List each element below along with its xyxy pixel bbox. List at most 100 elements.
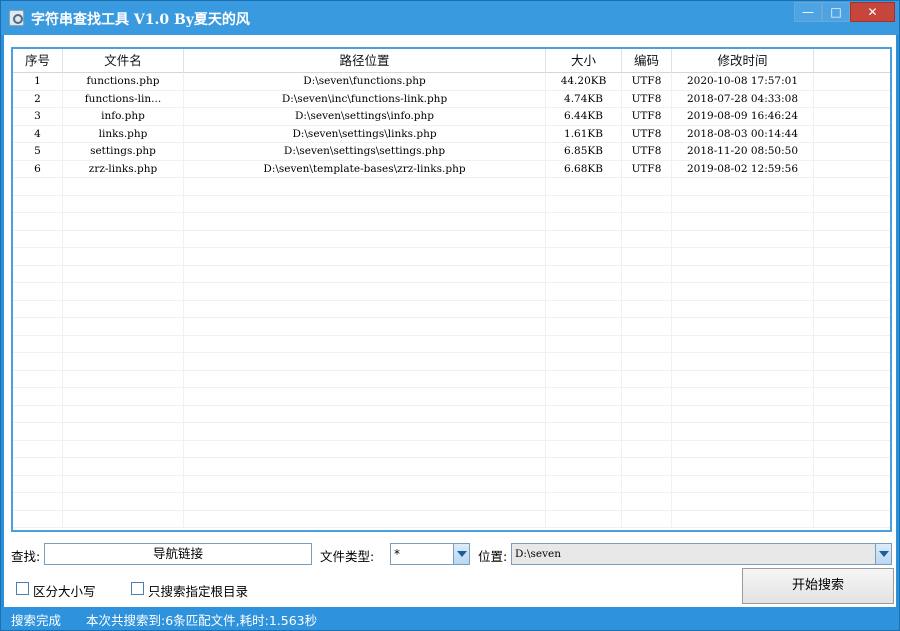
- empty-cell: [63, 230, 184, 248]
- table-row[interactable]: [13, 178, 890, 196]
- empty-cell: [546, 440, 622, 458]
- table-row[interactable]: [13, 458, 890, 476]
- empty-cell: [622, 230, 672, 248]
- row-index: 1: [13, 73, 63, 90]
- empty-cell: [13, 493, 63, 510]
- empty-cell: [672, 353, 814, 370]
- row-modified: 2018-08-03 00:14:44: [672, 125, 814, 143]
- row-index: 4: [13, 125, 63, 143]
- app-icon: [9, 10, 24, 26]
- empty-cell: [814, 371, 890, 388]
- empty-cell: [814, 178, 890, 195]
- empty-cell: [814, 248, 890, 265]
- empty-cell: [672, 510, 814, 528]
- table-row[interactable]: [13, 510, 890, 528]
- empty-cell: [622, 493, 672, 510]
- empty-cell: [63, 353, 184, 370]
- row-size: 1.61KB: [546, 125, 622, 143]
- row-size: 6.68KB: [546, 160, 622, 178]
- empty-cell: [63, 335, 184, 353]
- empty-cell: [13, 510, 63, 528]
- table-row[interactable]: [13, 318, 890, 336]
- table-row[interactable]: 1 functions.php D:\seven\functions.php 44.2…: [13, 73, 890, 91]
- empty-cell: [63, 458, 184, 475]
- table-row[interactable]: [13, 283, 890, 301]
- table-row[interactable]: 2 functions-lin... D:\seven\inc\functions-…: [13, 90, 890, 108]
- empty-cell: [13, 230, 63, 248]
- chevron-down-icon[interactable]: [453, 544, 469, 564]
- empty-cell: [814, 91, 890, 108]
- row-modified: 2020-10-08 17:57:01: [672, 73, 814, 90]
- empty-cell: [184, 178, 546, 195]
- table-row[interactable]: [13, 475, 890, 493]
- empty-cell: [546, 458, 622, 475]
- empty-cell: [814, 406, 890, 423]
- table-row[interactable]: [13, 213, 890, 231]
- table-row[interactable]: [13, 370, 890, 388]
- column-header-filename[interactable]: 文件名: [63, 49, 184, 73]
- chevron-down-icon[interactable]: [875, 544, 891, 564]
- empty-cell: [814, 126, 890, 143]
- results-list[interactable]: 序号 文件名 路径位置 大小 编码 修改时间 1 functions.php D:\…: [11, 47, 892, 532]
- table-row[interactable]: [13, 265, 890, 283]
- table-row[interactable]: [13, 353, 890, 371]
- empty-cell: [622, 353, 672, 370]
- empty-cell: [546, 475, 622, 493]
- location-label: 位置:: [478, 549, 508, 564]
- empty-cell: [672, 370, 814, 388]
- search-input[interactable]: 导航链接: [44, 543, 312, 565]
- location-combo[interactable]: D:\seven: [511, 543, 892, 565]
- close-button[interactable]: ✕: [850, 2, 895, 22]
- empty-cell: [622, 335, 672, 353]
- minimize-button[interactable]: —: [794, 2, 822, 22]
- start-search-button[interactable]: 开始搜索: [742, 568, 894, 604]
- table-row[interactable]: [13, 493, 890, 511]
- empty-cell: [546, 388, 622, 405]
- empty-cell: [63, 405, 184, 423]
- table-row[interactable]: [13, 230, 890, 248]
- table-row[interactable]: [13, 335, 890, 353]
- empty-cell: [546, 283, 622, 300]
- column-header-empty: [814, 49, 890, 73]
- table-row[interactable]: 3 info.php D:\seven\settings\info.php 6.44K…: [13, 108, 890, 126]
- row-encoding: UTF8: [622, 73, 672, 90]
- column-header-path[interactable]: 路径位置: [184, 49, 546, 73]
- column-header-encoding[interactable]: 编码: [622, 49, 672, 73]
- root-only-label[interactable]: 只搜索指定根目录: [148, 581, 248, 600]
- column-header-modified[interactable]: 修改时间: [672, 49, 814, 73]
- empty-cell: [672, 195, 814, 213]
- case-sensitive-checkbox[interactable]: [16, 582, 29, 595]
- table-row[interactable]: [13, 248, 890, 266]
- row-encoding: UTF8: [622, 90, 672, 108]
- column-header-size[interactable]: 大小: [546, 49, 622, 73]
- empty-cell: [814, 108, 890, 125]
- empty-cell: [622, 388, 672, 405]
- row-modified: 2019-08-02 12:59:56: [672, 160, 814, 178]
- filetype-combo[interactable]: *: [390, 543, 470, 565]
- case-sensitive-label[interactable]: 区分大小写: [33, 581, 96, 600]
- column-header-index[interactable]: 序号: [13, 49, 63, 73]
- empty-cell: [13, 318, 63, 335]
- table-row[interactable]: [13, 440, 890, 458]
- table-row[interactable]: 6 zrz-links.php D:\seven\template-bases\zr…: [13, 160, 890, 178]
- empty-cell: [672, 230, 814, 248]
- title-bar[interactable]: 字符串查找工具 V1.0 By夏天的风 — □ ✕: [1, 1, 899, 35]
- table-row[interactable]: [13, 405, 890, 423]
- table-row[interactable]: [13, 423, 890, 441]
- table-row[interactable]: [13, 195, 890, 213]
- empty-cell: [622, 213, 672, 230]
- empty-cell: [546, 335, 622, 353]
- table-row[interactable]: [13, 388, 890, 406]
- empty-cell: [184, 388, 546, 405]
- table-row[interactable]: 5 settings.php D:\seven\settings\settings.…: [13, 143, 890, 161]
- list-body: 1 functions.php D:\seven\functions.php 44.2…: [13, 73, 890, 530]
- empty-cell: [13, 458, 63, 475]
- table-row[interactable]: 4 links.php D:\seven\settings\links.php 1.6…: [13, 125, 890, 143]
- root-only-checkbox[interactable]: [131, 582, 144, 595]
- empty-cell: [814, 388, 890, 405]
- empty-cell: [814, 476, 890, 493]
- empty-cell: [622, 300, 672, 318]
- table-row[interactable]: [13, 300, 890, 318]
- empty-cell: [184, 353, 546, 370]
- maximize-button[interactable]: □: [822, 2, 850, 22]
